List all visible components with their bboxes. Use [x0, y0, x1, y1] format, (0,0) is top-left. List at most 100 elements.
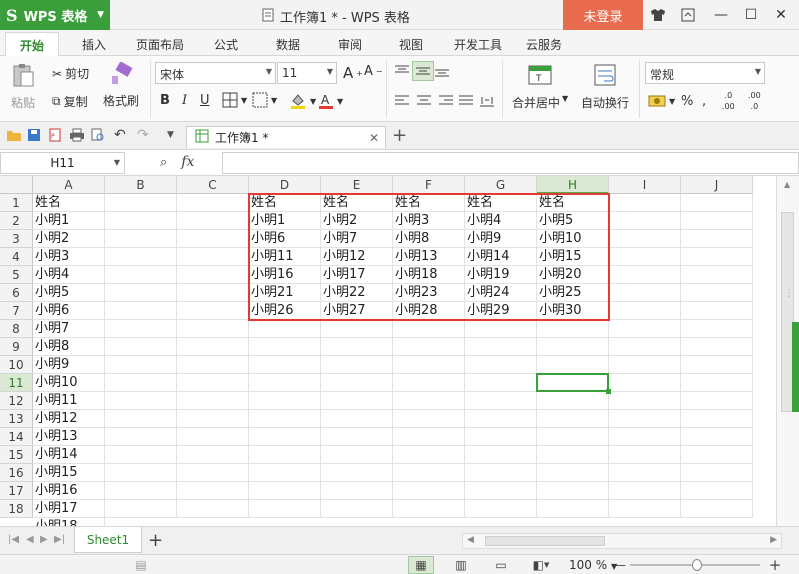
cell-c10[interactable]: [177, 356, 249, 374]
cell-h14[interactable]: [537, 428, 609, 446]
cell-i8[interactable]: [609, 320, 681, 338]
cell-e10[interactable]: [321, 356, 393, 374]
cell-g13[interactable]: [465, 410, 537, 428]
decrease-decimal-icon[interactable]: .00.0: [748, 92, 761, 111]
cell-d12[interactable]: [249, 392, 321, 410]
cell-i2[interactable]: [609, 212, 681, 230]
scroll-right-icon[interactable]: ▶: [770, 535, 777, 545]
row-header-1[interactable]: 1: [0, 194, 33, 212]
document-tab[interactable]: 工作簿1 * ✕: [186, 126, 386, 148]
cell-d11[interactable]: [249, 374, 321, 392]
cell-c12[interactable]: [177, 392, 249, 410]
row-header-6[interactable]: 6: [0, 284, 33, 302]
cell-h9[interactable]: [537, 338, 609, 356]
cell-h10[interactable]: [537, 356, 609, 374]
font-name-select[interactable]: 宋体 ▼: [155, 62, 276, 84]
row-header-16[interactable]: 16: [0, 464, 33, 482]
scroll-up-icon[interactable]: ▲: [784, 180, 790, 189]
cell-g10[interactable]: [465, 356, 537, 374]
macro-record-icon[interactable]: ▤: [128, 556, 154, 574]
print-icon[interactable]: [69, 128, 85, 142]
cell-h8[interactable]: [537, 320, 609, 338]
cell-d8[interactable]: [249, 320, 321, 338]
cell-f8[interactable]: [393, 320, 465, 338]
row-header-17[interactable]: 17: [0, 482, 33, 500]
cell-h13[interactable]: [537, 410, 609, 428]
increase-decimal-icon[interactable]: .0.00: [722, 92, 735, 111]
cell-e13[interactable]: [321, 410, 393, 428]
cell-j2[interactable]: [681, 212, 753, 230]
cell-d17[interactable]: [249, 482, 321, 500]
zoom-slider-knob[interactable]: [692, 559, 702, 571]
cell-g16[interactable]: [465, 464, 537, 482]
tab-view[interactable]: 视图: [399, 36, 423, 53]
cell-j8[interactable]: [681, 320, 753, 338]
cell-i7[interactable]: [609, 302, 681, 320]
cell-b16[interactable]: [105, 464, 177, 482]
cell-i14[interactable]: [609, 428, 681, 446]
cell-i10[interactable]: [609, 356, 681, 374]
redo-icon[interactable]: ↷: [137, 127, 149, 143]
insert-function-button[interactable]: fx: [181, 154, 194, 170]
cell-i13[interactable]: [609, 410, 681, 428]
cell-c5[interactable]: [177, 266, 249, 284]
row-header-4[interactable]: 4: [0, 248, 33, 266]
cut-button[interactable]: ✂ 剪切: [52, 65, 89, 82]
cell-a13[interactable]: 小明12: [33, 410, 105, 428]
decrease-font-icon[interactable]: A −: [364, 64, 383, 79]
row-header-10[interactable]: 10: [0, 356, 33, 374]
cell-a8[interactable]: 小明7: [33, 320, 105, 338]
cell-c6[interactable]: [177, 284, 249, 302]
merge-center-button[interactable]: T 合并居中 ▼: [512, 62, 568, 111]
cell-e14[interactable]: [321, 428, 393, 446]
cell-a11[interactable]: 小明10: [33, 374, 105, 392]
page-layout-view-icon[interactable]: ▭: [488, 556, 514, 574]
column-header-c[interactable]: C: [177, 176, 249, 194]
column-header-a[interactable]: A: [33, 176, 105, 194]
row-header-11[interactable]: 11: [0, 374, 33, 392]
scroll-left-icon[interactable]: ◀: [467, 535, 474, 545]
minimize-icon[interactable]: —: [706, 0, 736, 30]
cell-a18[interactable]: 小明17: [33, 500, 105, 518]
cell-a15[interactable]: 小明14: [33, 446, 105, 464]
cell-h17[interactable]: [537, 482, 609, 500]
cell-f14[interactable]: [393, 428, 465, 446]
active-cell-highlight[interactable]: [536, 373, 611, 394]
percent-button[interactable]: %: [681, 94, 693, 109]
cell-b18[interactable]: [105, 500, 177, 518]
add-sheet-button[interactable]: +: [148, 530, 163, 551]
cell-i1[interactable]: [609, 194, 681, 212]
cell-b17[interactable]: [105, 482, 177, 500]
align-center-icon[interactable]: [416, 94, 432, 108]
cell-j13[interactable]: [681, 410, 753, 428]
normal-view-icon[interactable]: ▦: [408, 556, 434, 574]
cell-a14[interactable]: 小明13: [33, 428, 105, 446]
cell-j15[interactable]: [681, 446, 753, 464]
export-pdf-icon[interactable]: P: [48, 128, 62, 142]
cell-a12[interactable]: 小明11: [33, 392, 105, 410]
cell-b11[interactable]: [105, 374, 177, 392]
cell-g17[interactable]: [465, 482, 537, 500]
cell-j11[interactable]: [681, 374, 753, 392]
cell-b5[interactable]: [105, 266, 177, 284]
cell-b4[interactable]: [105, 248, 177, 266]
cell-e12[interactable]: [321, 392, 393, 410]
cell-j12[interactable]: [681, 392, 753, 410]
last-sheet-icon[interactable]: ▶|: [54, 534, 65, 545]
side-panel-handle[interactable]: [792, 322, 799, 412]
column-header-h[interactable]: H: [537, 176, 609, 194]
cell-d10[interactable]: [249, 356, 321, 374]
font-size-select[interactable]: 11 ▼: [277, 62, 337, 84]
currency-icon[interactable]: ▼: [648, 94, 675, 108]
cell-c18[interactable]: [177, 500, 249, 518]
cell-b7[interactable]: [105, 302, 177, 320]
cell-c14[interactable]: [177, 428, 249, 446]
cell-j18[interactable]: [681, 500, 753, 518]
skin-icon[interactable]: [643, 0, 673, 30]
paste-button[interactable]: 粘贴: [10, 62, 36, 111]
prev-sheet-icon[interactable]: ◀: [26, 534, 34, 545]
cell-d16[interactable]: [249, 464, 321, 482]
cell-h15[interactable]: [537, 446, 609, 464]
restore-window-icon[interactable]: [673, 0, 703, 30]
zoom-in-icon[interactable]: +: [762, 556, 788, 574]
